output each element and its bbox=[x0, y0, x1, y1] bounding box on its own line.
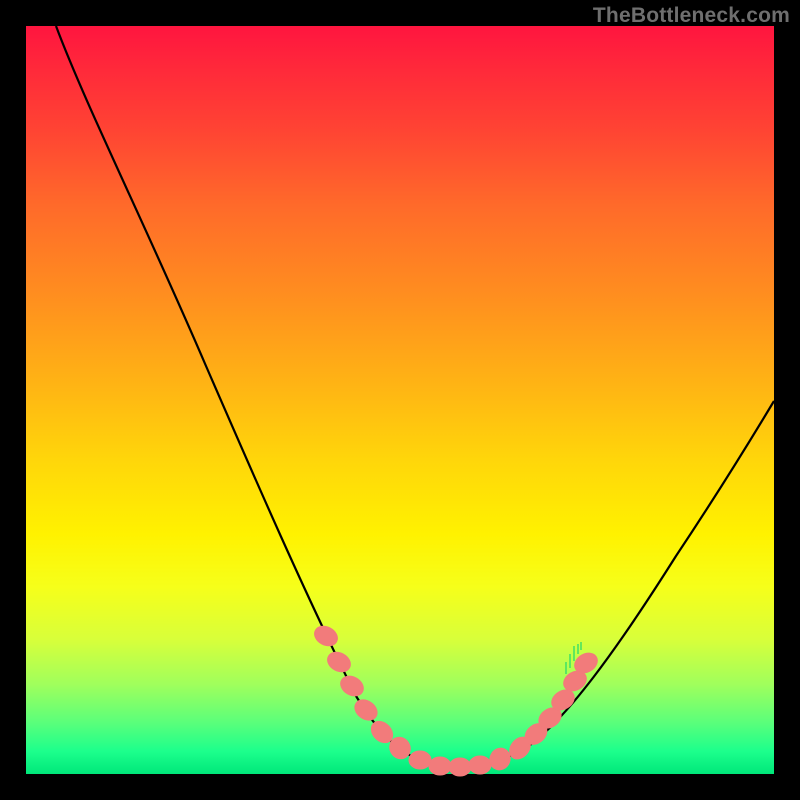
chart-frame: TheBottleneck.com bbox=[0, 0, 800, 800]
chart-svg bbox=[26, 26, 774, 774]
watermark-text: TheBottleneck.com bbox=[593, 4, 790, 28]
bottleneck-curve bbox=[56, 26, 774, 766]
plot-area bbox=[26, 26, 774, 774]
highlight-dots bbox=[311, 622, 601, 776]
